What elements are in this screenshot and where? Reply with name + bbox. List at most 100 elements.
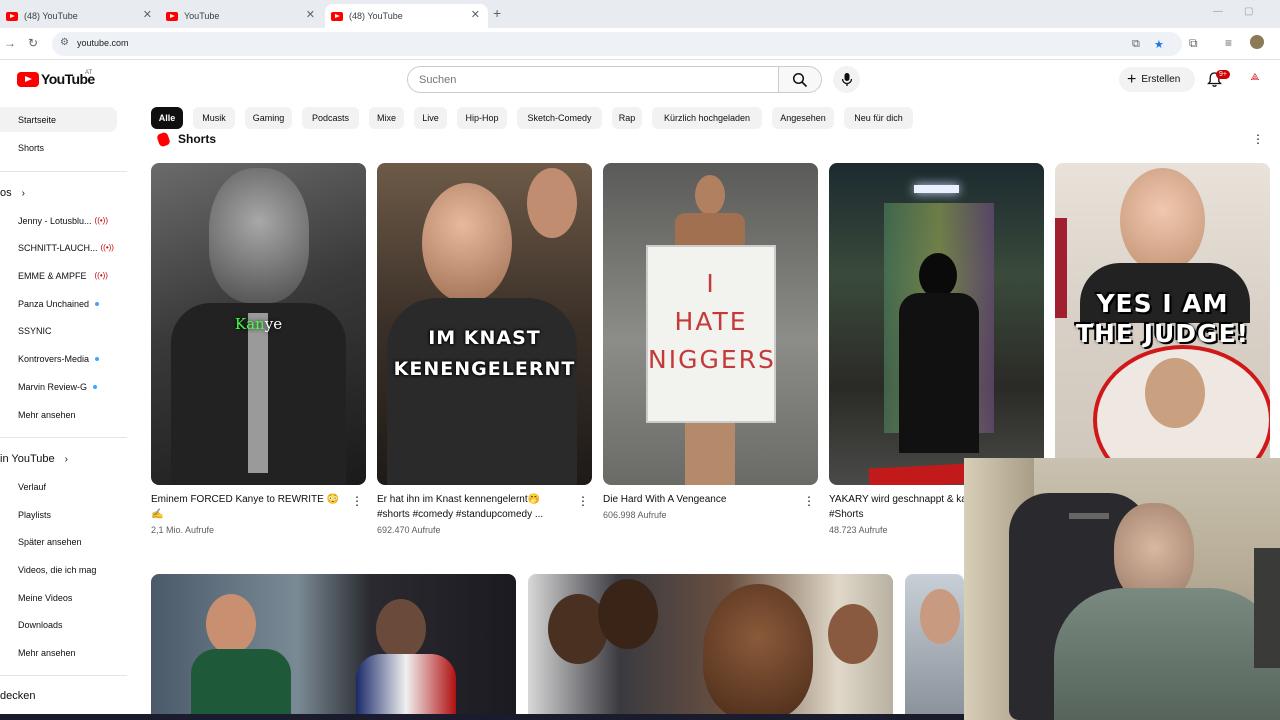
short-title[interactable]: Eminem FORCED Kanye to REWRITE 😳✍️ — [151, 492, 341, 522]
you-heading[interactable]: in YouTube › — [0, 453, 68, 465]
tab-title: YouTube — [184, 11, 220, 21]
chip-new-for-you[interactable]: Neu für dich — [844, 107, 913, 129]
sidebar-item-channel[interactable]: SSYNIC — [0, 318, 117, 343]
sidebar-item-label: Playlists — [18, 509, 52, 520]
search-box — [407, 66, 779, 93]
browser-tab[interactable]: YouTube ✕ — [160, 4, 323, 28]
close-tab-icon[interactable]: ✕ — [143, 8, 152, 21]
shorts-section-heading: Shorts — [156, 131, 216, 147]
voice-search-button[interactable] — [833, 66, 860, 93]
chip-music[interactable]: Musik — [193, 107, 235, 129]
bookmark-star-icon[interactable]: ★ — [1154, 38, 1164, 51]
short-card[interactable]: IM KNAST KENENGELERNT Er hat ihn im Knas… — [377, 163, 592, 535]
short-card[interactable]: Kanye Eminem FORCED Kanye to REWRITE 😳✍️… — [151, 163, 366, 535]
sidebar-item-your-videos[interactable]: Meine Videos — [0, 585, 117, 610]
short-card[interactable]: YES I AM THE JUDGE! — [1055, 163, 1270, 485]
sidebar-item-label: Downloads — [18, 619, 63, 630]
new-tab-button[interactable]: + — [493, 5, 501, 21]
chip-mixes[interactable]: Mixe — [369, 107, 404, 129]
short-thumbnail[interactable]: YES I AM THE JUDGE! — [1055, 163, 1270, 485]
more-options-icon[interactable]: ⋮ — [351, 494, 363, 508]
create-button[interactable]: + Erstellen — [1119, 67, 1195, 92]
webcam-person-body — [1054, 588, 1280, 720]
video-thumbnail[interactable] — [905, 574, 964, 720]
overlay-caption: IM KNAST KENENGELERNT — [377, 323, 592, 385]
section-heading-text: in YouTube — [0, 453, 55, 465]
sidebar-item-history[interactable]: Verlauf — [0, 474, 117, 499]
overlay-caption: YES I AM THE JUDGE! — [1055, 289, 1270, 349]
channel-name: SSYNIC — [18, 325, 52, 336]
short-card[interactable]: I HATE NIGGERS Die Hard With A Vengeance… — [603, 163, 818, 520]
forward-icon[interactable]: → — [4, 36, 16, 50]
webcam-overlay — [964, 458, 1280, 720]
sidebar-item-liked-videos[interactable]: Videos, die ich mag — [0, 557, 117, 582]
subscriptions-heading[interactable]: os › — [0, 187, 25, 199]
chip-hip-hop[interactable]: Hip-Hop — [457, 107, 507, 129]
install-app-icon[interactable]: ⧉ — [1132, 38, 1140, 51]
search-icon — [792, 72, 808, 87]
youtube-logo[interactable]: YouTube AT — [17, 70, 95, 87]
more-options-icon[interactable]: ⋮ — [1252, 132, 1264, 146]
short-thumbnail[interactable]: Kanye — [151, 163, 366, 485]
short-thumbnail[interactable]: I HATE NIGGERS — [603, 163, 818, 485]
sidebar-item-channel[interactable]: Kontrovers-Media — [0, 346, 117, 371]
sidebar-item-home[interactable]: Startseite — [0, 107, 117, 132]
sidebar-item-show-more[interactable]: Mehr ansehen — [0, 640, 117, 665]
sidebar-item-shorts[interactable]: Shorts — [0, 135, 117, 160]
sidebar-item-channel[interactable]: Panza Unchained — [0, 291, 117, 316]
more-options-icon[interactable]: ⋮ — [803, 494, 815, 508]
sidebar-item-channel[interactable]: Marvin Review-G — [0, 374, 117, 399]
media-icon[interactable]: ≡ — [1225, 36, 1232, 50]
chip-sketch-comedy[interactable]: Sketch-Comedy — [517, 107, 602, 129]
short-title[interactable]: Die Hard With A Vengeance — [603, 492, 793, 507]
video-thumbnail[interactable] — [528, 574, 893, 720]
profile-avatar[interactable] — [1250, 35, 1264, 49]
short-card[interactable]: YAKARY wird geschnappt & kassiert! #Shor… — [829, 163, 1044, 535]
sidebar-item-channel[interactable]: Jenny - Lotusblu... ((•)) — [0, 208, 117, 233]
new-content-dot — [93, 384, 98, 389]
chip-watched[interactable]: Angesehen — [772, 107, 834, 129]
short-thumbnail[interactable]: IM KNAST KENENGELERNT — [377, 163, 592, 485]
channel-name: Jenny - Lotusblu... — [18, 215, 92, 226]
sidebar-item-channel[interactable]: EMME & AMPFE ((•)) — [0, 263, 117, 288]
url-text: youtube.com — [77, 38, 129, 48]
thumbnail-figure — [209, 168, 309, 303]
video-thumbnail[interactable] — [151, 574, 516, 720]
sidebar-item-label: Videos, die ich mag — [18, 564, 97, 575]
thumbnail-figure — [685, 423, 735, 485]
site-info-icon[interactable]: ⚙ — [60, 37, 69, 48]
short-thumbnail[interactable] — [829, 163, 1044, 485]
chip-podcasts[interactable]: Podcasts — [302, 107, 359, 129]
thumbnail-figure — [1120, 168, 1205, 273]
close-tab-icon[interactable]: ✕ — [471, 8, 480, 21]
search-button[interactable] — [778, 66, 822, 93]
chip-recently-uploaded[interactable]: Kürzlich hochgeladen — [652, 107, 762, 129]
account-avatar[interactable]: ⟁ — [1247, 72, 1263, 88]
sidebar-item-watch-later[interactable]: Später ansehen — [0, 529, 117, 554]
live-broadcast-icon: ((•)) — [94, 271, 108, 280]
more-options-icon[interactable]: ⋮ — [577, 494, 589, 508]
close-tab-icon[interactable]: ✕ — [306, 8, 315, 21]
maximize-icon[interactable]: ▢ — [1244, 6, 1253, 17]
sidebar-item-playlists[interactable]: Playlists — [0, 502, 117, 527]
short-views: 48.723 Aufrufe — [829, 525, 888, 535]
chip-rap[interactable]: Rap — [612, 107, 642, 129]
minimize-icon[interactable]: — — [1213, 6, 1223, 17]
sidebar-item-show-more[interactable]: Mehr ansehen — [0, 402, 117, 427]
chip-live[interactable]: Live — [414, 107, 447, 129]
channel-name: SCHNITT-LAUCH... — [18, 242, 98, 253]
tab-title: (48) YouTube — [24, 11, 78, 21]
omnibox[interactable]: ⚙ youtube.com ⧉ ★ — [52, 32, 1182, 56]
chip-gaming[interactable]: Gaming — [245, 107, 292, 129]
thumbnail-figure — [356, 654, 456, 720]
chip-all[interactable]: Alle — [151, 107, 183, 129]
browser-tab[interactable]: (48) YouTube ✕ — [0, 4, 160, 28]
extensions-icon[interactable]: ⧉ — [1189, 36, 1198, 51]
browser-tab-active[interactable]: (48) YouTube ✕ — [325, 4, 488, 28]
sidebar-item-channel[interactable]: SCHNITT-LAUCH... ((•)) — [0, 235, 117, 260]
short-title[interactable]: Er hat ihn im Knast kennengelernt🤭 #shor… — [377, 492, 567, 522]
search-input[interactable] — [408, 67, 748, 92]
taskbar-strip — [0, 714, 964, 720]
sidebar-item-downloads[interactable]: Downloads — [0, 612, 117, 637]
reload-icon[interactable]: ↻ — [28, 36, 38, 50]
